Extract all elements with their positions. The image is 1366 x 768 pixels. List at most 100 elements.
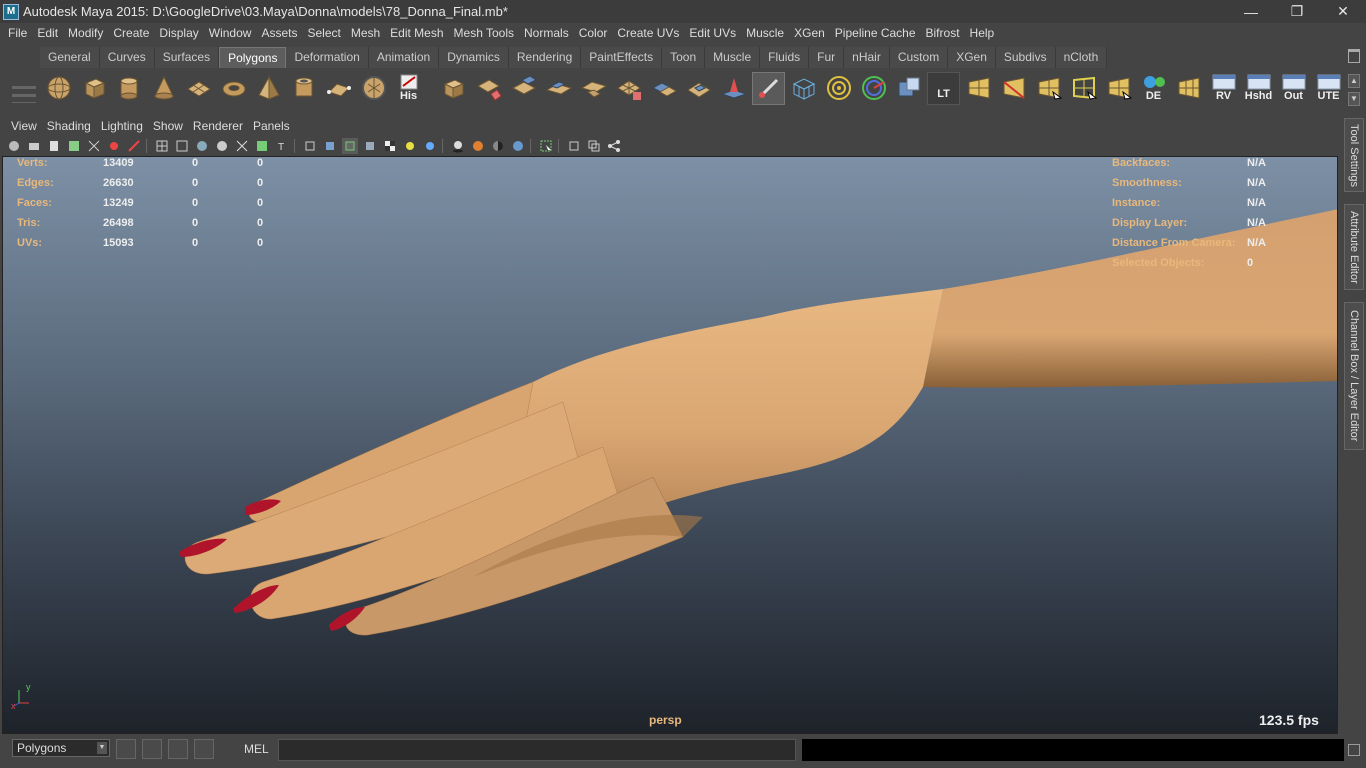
shelf-tab-general[interactable]: General: [40, 47, 100, 68]
de-light-icon[interactable]: DE: [1137, 72, 1170, 105]
menu-window[interactable]: Window: [204, 23, 257, 43]
hshd-icon[interactable]: Hshd: [1242, 72, 1275, 105]
antialiasing-icon[interactable]: [510, 138, 526, 154]
smooth-icon[interactable]: [542, 72, 575, 105]
mel-language-toggle[interactable]: MEL: [244, 742, 269, 756]
xray-icon[interactable]: [234, 138, 250, 154]
ute-icon[interactable]: UTE: [1312, 72, 1345, 105]
menu-edit[interactable]: Edit: [32, 23, 63, 43]
panel-menu-lighting[interactable]: Lighting: [96, 116, 148, 136]
uv-move-icon[interactable]: [1102, 72, 1135, 105]
shelf-tab-fluids[interactable]: Fluids: [760, 47, 810, 68]
target-weld-icon[interactable]: [822, 72, 855, 105]
texture-editor-icon[interactable]: [892, 72, 925, 105]
uv-select-shell-icon[interactable]: [1067, 72, 1100, 105]
menu-mesh[interactable]: Mesh: [346, 23, 385, 43]
shelf-tab-curves[interactable]: Curves: [99, 47, 155, 68]
menu-display[interactable]: Display: [154, 23, 203, 43]
panel-menu-shading[interactable]: Shading: [42, 116, 96, 136]
extract-icon[interactable]: [507, 72, 540, 105]
perspective-viewport[interactable]: Verts: 13409 0 0 Edges: 26630 0 0 Faces: 13249 0…: [2, 156, 1338, 734]
shelf-tab-custom[interactable]: Custom: [889, 47, 949, 68]
poly-helix-icon[interactable]: [322, 72, 355, 105]
menu-mesh-tools[interactable]: Mesh Tools: [449, 23, 519, 43]
two-sided-lighting-icon[interactable]: [586, 138, 602, 154]
panel-menu-view[interactable]: View: [6, 116, 42, 136]
shelf-options-handle[interactable]: [4, 50, 38, 108]
menu-edit-uvs[interactable]: Edit UVs: [684, 23, 741, 43]
minimize-button[interactable]: —: [1228, 0, 1274, 23]
sculpt-geometry-icon[interactable]: [717, 72, 750, 105]
film-gate-icon[interactable]: [106, 138, 122, 154]
bookmarks-icon[interactable]: [46, 138, 62, 154]
snap-icon[interactable]: [116, 739, 136, 759]
uv-cut-icon[interactable]: [997, 72, 1030, 105]
separate-icon[interactable]: [472, 72, 505, 105]
wireframe-icon[interactable]: [154, 138, 170, 154]
menu-file[interactable]: File: [3, 23, 32, 43]
shelf-scroll-up-icon[interactable]: ▲: [1348, 74, 1360, 88]
uv-grid-icon[interactable]: [1172, 72, 1205, 105]
transform-manipulator-icon[interactable]: [857, 72, 890, 105]
rv-icon[interactable]: RV: [1207, 72, 1240, 105]
paint-brush-icon[interactable]: [752, 71, 785, 105]
default-light-icon[interactable]: [402, 138, 418, 154]
poly-plane-icon[interactable]: [182, 72, 215, 105]
mirror-geometry-icon[interactable]: [647, 72, 680, 105]
select-camera-icon[interactable]: [6, 138, 22, 154]
menu-pipeline-cache[interactable]: Pipeline Cache: [830, 23, 921, 43]
shadows-icon[interactable]: [450, 138, 466, 154]
grid-icon[interactable]: [86, 138, 102, 154]
cube-view-icon[interactable]: [302, 138, 318, 154]
panel-menu-renderer[interactable]: Renderer: [188, 116, 248, 136]
shelf-tab-toon[interactable]: Toon: [662, 47, 706, 68]
lt-icon[interactable]: LT: [927, 71, 960, 105]
shelf-tab-rendering[interactable]: Rendering: [508, 47, 582, 68]
shelf-tab-ncloth[interactable]: nCloth: [1055, 47, 1108, 68]
panel-menu-panels[interactable]: Panels: [248, 116, 295, 136]
texture-icon[interactable]: T: [274, 138, 290, 154]
poly-pipe-icon[interactable]: [287, 72, 320, 105]
fill-hole-icon[interactable]: [682, 72, 715, 105]
menu-color[interactable]: Color: [574, 23, 613, 43]
node-editor-icon[interactable]: [606, 138, 622, 154]
tab-tool-settings[interactable]: Tool Settings: [1344, 118, 1364, 192]
wireframe-on-shaded-icon[interactable]: [214, 138, 230, 154]
checker-icon[interactable]: [382, 138, 398, 154]
out-icon[interactable]: Out: [1277, 72, 1310, 105]
history-icon[interactable]: His: [392, 72, 425, 105]
wireframe-cage-icon[interactable]: [787, 72, 820, 105]
menu-bifrost[interactable]: Bifrost: [921, 23, 965, 43]
restore-button[interactable]: ❐: [1274, 0, 1320, 23]
wire-shaded-cube-icon[interactable]: [342, 138, 358, 154]
menu-set-select[interactable]: Polygons ▼: [12, 739, 110, 757]
menu-select[interactable]: Select: [302, 23, 345, 43]
poly-torus-icon[interactable]: [217, 72, 250, 105]
poly-cone-icon[interactable]: [147, 72, 180, 105]
uv-layout-icon[interactable]: [962, 72, 995, 105]
shelf-tab-nhair[interactable]: nHair: [844, 47, 890, 68]
shelf-tab-xgen[interactable]: XGen: [948, 47, 996, 68]
motion-blur-icon[interactable]: [490, 138, 506, 154]
shelf-tab-deformation[interactable]: Deformation: [286, 47, 369, 68]
menu-create[interactable]: Create: [108, 23, 154, 43]
ambient-occlusion-icon[interactable]: [470, 138, 486, 154]
menu-muscle[interactable]: Muscle: [741, 23, 789, 43]
menu-modify[interactable]: Modify: [63, 23, 108, 43]
shelf-tab-animation[interactable]: Animation: [368, 47, 440, 68]
panel-menu-show[interactable]: Show: [148, 116, 188, 136]
poly-reduce-icon[interactable]: [612, 72, 645, 105]
script-editor-button-icon[interactable]: [1348, 744, 1360, 756]
poly-cylinder-icon[interactable]: [112, 72, 145, 105]
poly-pyramid-icon[interactable]: [252, 72, 285, 105]
image-plane-icon[interactable]: [66, 138, 82, 154]
shelf-tab-subdivs[interactable]: Subdivs: [995, 47, 1056, 68]
all-lights-icon[interactable]: [422, 138, 438, 154]
camera-attributes-icon[interactable]: [26, 138, 42, 154]
combine-icon[interactable]: [437, 72, 470, 105]
shelf-tab-muscle[interactable]: Muscle: [705, 47, 761, 68]
shaded-icon[interactable]: [194, 138, 210, 154]
isolate-icon[interactable]: [254, 138, 270, 154]
hypershade-icon[interactable]: [168, 739, 188, 759]
menu-xgen[interactable]: XGen: [789, 23, 830, 43]
